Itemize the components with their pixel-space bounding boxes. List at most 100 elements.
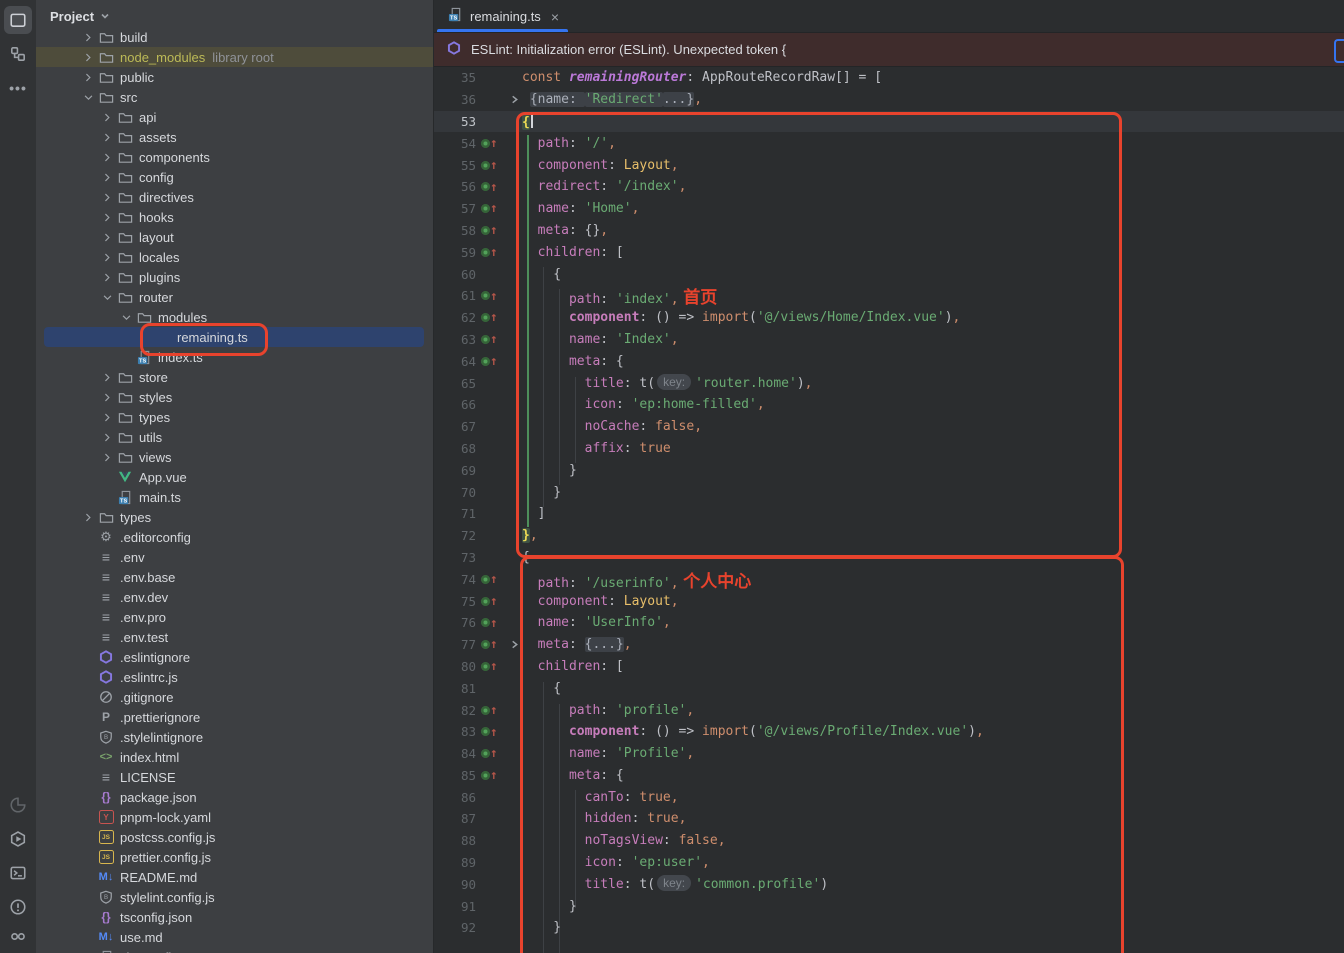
tree-item--eslintrc-js[interactable]: .eslintrc.js <box>36 667 433 687</box>
tree-item--env[interactable]: ≡.env <box>36 547 433 567</box>
code-line-67[interactable]: 67 noCache: false, <box>434 416 1344 438</box>
chevron-right-icon[interactable] <box>99 249 116 265</box>
code-line-81[interactable]: 81 { <box>434 677 1344 699</box>
tree-item-package-json[interactable]: {}package.json <box>36 787 433 807</box>
code-line-63[interactable]: 63↑ name: 'Index', <box>434 329 1344 351</box>
tree-item-types[interactable]: types <box>36 407 433 427</box>
code-line-56[interactable]: 56↑ redirect: '/index', <box>434 176 1344 198</box>
tree-item-main-ts[interactable]: TSmain.ts <box>36 487 433 507</box>
tree-item-config[interactable]: config <box>36 167 433 187</box>
tree-item-src[interactable]: src <box>36 87 433 107</box>
problems-icon[interactable] <box>4 893 32 921</box>
code-line-89[interactable]: 89 icon: 'ep:user', <box>434 852 1344 874</box>
tree-item-modules[interactable]: modules <box>36 307 433 327</box>
chevron-right-icon[interactable] <box>80 49 97 65</box>
code-line-85[interactable]: 85↑ meta: { <box>434 765 1344 787</box>
tree-item-stylelint-config-js[interactable]: Bstylelint.config.js <box>36 887 433 907</box>
code-line-57[interactable]: 57↑ name: 'Home', <box>434 198 1344 220</box>
tree-item-use-md[interactable]: M↓use.md <box>36 927 433 947</box>
code-line-55[interactable]: 55↑ component: Layout, <box>434 154 1344 176</box>
code-line-74[interactable]: 74↑ path: '/userinfo', 个人中心 <box>434 568 1344 590</box>
code-line-59[interactable]: 59↑ children: [ <box>434 241 1344 263</box>
tree-item--env-dev[interactable]: ≡.env.dev <box>36 587 433 607</box>
chevron-right-icon[interactable] <box>99 369 116 385</box>
chevron-right-icon[interactable] <box>99 169 116 185</box>
code-line-53[interactable]: 53{ <box>434 111 1344 133</box>
tree-item-vite-config-ts[interactable]: TSvite.config.ts <box>36 947 433 953</box>
gutter-override-icon[interactable]: ↑ <box>476 747 506 760</box>
fold-chevron-icon[interactable] <box>506 640 522 649</box>
tree-item-assets[interactable]: assets <box>36 127 433 147</box>
gutter-override-icon[interactable]: ↑ <box>476 617 506 630</box>
chevron-right-icon[interactable] <box>99 429 116 445</box>
code-line-83[interactable]: 83↑ component: () => import('@/views/Pro… <box>434 721 1344 743</box>
project-icon[interactable] <box>4 6 32 34</box>
tree-item-components[interactable]: components <box>36 147 433 167</box>
gutter-override-icon[interactable]: ↑ <box>476 137 506 150</box>
code-line-65[interactable]: 65 title: t(key:'router.home'), <box>434 372 1344 394</box>
tree-item--env-test[interactable]: ≡.env.test <box>36 627 433 647</box>
tree-item-hooks[interactable]: hooks <box>36 207 433 227</box>
chevron-right-icon[interactable] <box>99 229 116 245</box>
code-line-80[interactable]: 80↑ children: [ <box>434 656 1344 678</box>
chevron-down-icon[interactable] <box>99 289 116 305</box>
chevron-right-icon[interactable] <box>80 509 97 525</box>
code-line-62[interactable]: 62↑ component: () => import('@/views/Hom… <box>434 307 1344 329</box>
tree-item-utils[interactable]: utils <box>36 427 433 447</box>
tree-item-api[interactable]: api <box>36 107 433 127</box>
tree-item-locales[interactable]: locales <box>36 247 433 267</box>
chevron-right-icon[interactable] <box>99 209 116 225</box>
tree-item-store[interactable]: store <box>36 367 433 387</box>
coverage-icon[interactable] <box>4 791 32 819</box>
tree-item-index-ts[interactable]: TSindex.ts <box>36 347 433 367</box>
tree-item-license[interactable]: ≡LICENSE <box>36 767 433 787</box>
code-line-60[interactable]: 60 { <box>434 263 1344 285</box>
tree-item-readme-md[interactable]: M↓README.md <box>36 867 433 887</box>
code-line-87[interactable]: 87 hidden: true, <box>434 808 1344 830</box>
gutter-override-icon[interactable]: ↑ <box>476 311 506 324</box>
gutter-override-icon[interactable]: ↑ <box>476 202 506 215</box>
code-line-86[interactable]: 86 canTo: true, <box>434 786 1344 808</box>
gutter-override-icon[interactable]: ↑ <box>476 224 506 237</box>
tree-item--eslintignore[interactable]: .eslintignore <box>36 647 433 667</box>
tree-item-public[interactable]: public <box>36 67 433 87</box>
structure-icon[interactable] <box>4 40 32 68</box>
tree-item-views[interactable]: views <box>36 447 433 467</box>
code-line-88[interactable]: 88 noTagsView: false, <box>434 830 1344 852</box>
tree-item-pnpm-lock-yaml[interactable]: Ypnpm-lock.yaml <box>36 807 433 827</box>
tree-item-directives[interactable]: directives <box>36 187 433 207</box>
tree-item--env-pro[interactable]: ≡.env.pro <box>36 607 433 627</box>
tree-item-remaining-ts[interactable]: TSremaining.ts <box>36 327 433 347</box>
gutter-override-icon[interactable]: ↑ <box>476 769 506 782</box>
code-line-61[interactable]: 61↑ path: 'index', 首页 <box>434 285 1344 307</box>
gutter-override-icon[interactable]: ↑ <box>476 660 506 673</box>
tab-close-icon[interactable]: × <box>551 9 559 25</box>
project-header[interactable]: Project <box>36 0 433 32</box>
code-line-58[interactable]: 58↑ meta: {}, <box>434 220 1344 242</box>
chevron-right-icon[interactable] <box>99 109 116 125</box>
endpoints-icon[interactable] <box>4 927 32 953</box>
chevron-right-icon[interactable] <box>99 149 116 165</box>
terminal-icon[interactable] <box>4 859 32 887</box>
tree-item--prettierignore[interactable]: P.prettierignore <box>36 707 433 727</box>
gutter-override-icon[interactable]: ↑ <box>476 573 506 586</box>
chevron-right-icon[interactable] <box>99 269 116 285</box>
gutter-override-icon[interactable]: ↑ <box>476 246 506 259</box>
code-line-92[interactable]: 92 } <box>434 917 1344 939</box>
tree-item--stylelintignore[interactable]: B.stylelintignore <box>36 727 433 747</box>
tree-item--env-base[interactable]: ≡.env.base <box>36 567 433 587</box>
code-line-64[interactable]: 64↑ meta: { <box>434 350 1344 372</box>
chevron-right-icon[interactable] <box>99 129 116 145</box>
tree-item-postcss-config-js[interactable]: JSpostcss.config.js <box>36 827 433 847</box>
chevron-right-icon[interactable] <box>99 189 116 205</box>
gutter-override-icon[interactable]: ↑ <box>476 704 506 717</box>
code-line-66[interactable]: 66 icon: 'ep:home-filled', <box>434 394 1344 416</box>
code-line-54[interactable]: 54↑ path: '/', <box>434 132 1344 154</box>
gutter-override-icon[interactable]: ↑ <box>476 290 506 303</box>
chevron-right-icon[interactable] <box>99 449 116 465</box>
chevron-right-icon[interactable] <box>99 409 116 425</box>
code-line-68[interactable]: 68 affix: true <box>434 438 1344 460</box>
tree-item-router[interactable]: router <box>36 287 433 307</box>
tree-item-app-vue[interactable]: App.vue <box>36 467 433 487</box>
code-line-90[interactable]: 90 title: t(key:'common.profile') <box>434 873 1344 895</box>
